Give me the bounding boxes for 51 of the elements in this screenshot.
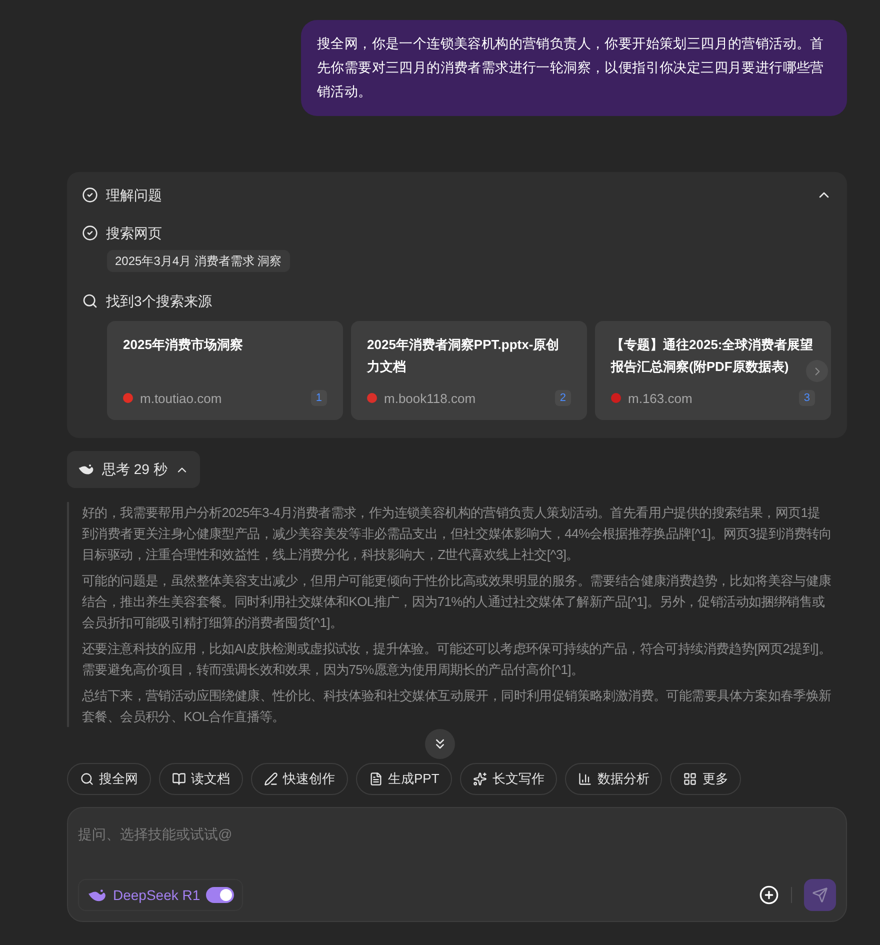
skill-chip[interactable]: 搜全网 bbox=[67, 763, 151, 795]
whale-icon bbox=[87, 888, 107, 902]
source-site: m.book118.com bbox=[384, 390, 476, 408]
thinking-paragraph: 总结下来，营销活动应围绕健康、性价比、科技体验和社交媒体互动展开，同时利用促销策略刺激消费。可能需要具体方案如春季焕新套餐、会员积分、KOL合作直播等。 bbox=[82, 687, 832, 726]
check-circle-icon bbox=[82, 225, 98, 241]
scroll-down-button[interactable] bbox=[425, 729, 455, 759]
thinking-paragraph: 还要注意科技的应用，比如AI皮肤检测或虚拟试妆，提升体验。可能还可以考虑环保可持续的产品，符合可持续消费趋势[网页2提到]。需要避免高价项目，转而强调长效和效果，因为75%愿意为使用周期长的产品付高价[^1]。 bbox=[82, 640, 832, 679]
source-site: m.toutiao.com bbox=[140, 390, 222, 408]
book-icon bbox=[172, 772, 186, 786]
chat-input[interactable]: 提问、选择技能或试试@ DeepSeek R1 bbox=[67, 807, 847, 922]
skill-chip[interactable]: 读文档 bbox=[159, 763, 243, 795]
step-label: 找到3个搜索来源 bbox=[106, 292, 212, 311]
grid-icon bbox=[683, 772, 698, 786]
sparkle-icon bbox=[473, 772, 488, 786]
document-icon bbox=[369, 772, 383, 786]
step-label: 搜索网页 bbox=[106, 224, 162, 243]
skill-chip[interactable]: 快速创作 bbox=[251, 763, 348, 795]
step-label: 理解问题 bbox=[106, 186, 162, 205]
source-title: 【专题】通往2025:全球消费者展望报告汇总洞察(附PDF原数据表) bbox=[611, 336, 814, 376]
source-site: m.163.com bbox=[628, 390, 692, 408]
search-icon bbox=[80, 772, 94, 786]
whale-icon bbox=[78, 463, 94, 476]
source-card[interactable]: 2025年消费市场洞察 m.toutiao.com 1 bbox=[107, 321, 343, 420]
skill-chip[interactable]: 数据分析 bbox=[565, 763, 662, 795]
thinking-paragraph: 可能的问题是，虽然整体美容支出减少，但用户可能更倾向于性价比高或效果明显的服务。需要结合健康消费趋势，比如将美容与健康结合，推出养生美容套餐。同时利用社交媒体和KOL推广，因为71%的人通过社交媒体了解新产品[^1]。另外，促销活动如捆绑销售或会员折扣可能吸引精打细算的消费者囤货[^1]。 bbox=[82, 572, 832, 632]
check-circle-icon bbox=[82, 187, 98, 203]
source-index: 2 bbox=[554, 390, 571, 406]
send-icon bbox=[812, 887, 828, 903]
prompt-field[interactable]: 提问、选择技能或试试@ bbox=[78, 824, 836, 845]
skill-chip[interactable]: 长文写作 bbox=[460, 763, 558, 795]
search-query-chip: 2025年3月4月 消费者需求 洞察 bbox=[107, 250, 290, 272]
plus-circle-icon bbox=[759, 885, 779, 905]
skill-chip[interactable]: 更多 bbox=[670, 763, 742, 795]
source-title: 2025年消费者洞察PPT.pptx-原创力文档 bbox=[367, 336, 560, 376]
chart-icon bbox=[578, 772, 592, 786]
add-button[interactable] bbox=[759, 885, 779, 905]
source-index: 3 bbox=[798, 390, 815, 406]
source-title: 2025年消费市场洞察 bbox=[123, 336, 244, 354]
thinking-toggle[interactable]: 思考 29 秒 bbox=[67, 451, 200, 488]
user-message: 搜全网，你是一个连锁美容机构的营销负责人，你要开始策划三四月的营销活动。首先你需要对三四月的消费者需求进行一轮洞察，以便指引你决定三四月要进行哪些营销活动。 bbox=[301, 20, 847, 116]
model-name: DeepSeek R1 bbox=[113, 886, 200, 905]
pen-icon bbox=[264, 772, 278, 786]
model-selector[interactable]: DeepSeek R1 bbox=[78, 879, 244, 911]
deep-think-toggle[interactable] bbox=[206, 887, 234, 903]
source-index: 1 bbox=[310, 390, 327, 406]
thinking-paragraph: 好的，我需要帮用户分析2025年3-4月消费者需求，作为连锁美容机构的营销负责人策划活动。首先看用户提供的搜索结果，网页1提到消费者更关注身心健康型产品，减少美容美发等非必需品支出，但社交媒体影响大，44%会根据推荐换品牌[^1]。网页3提到消费转向目标驱动，注重合理性和效益性，线上消费分化，科技影响大，Z世代喜欢线上社交[^3]。 bbox=[82, 504, 833, 564]
source-card[interactable]: 2025年消费者洞察PPT.pptx-原创力文档 m.book118.com 2 bbox=[351, 321, 587, 420]
search-icon bbox=[82, 293, 98, 309]
send-button[interactable] bbox=[804, 879, 836, 911]
skill-chip[interactable]: 生成PPT bbox=[356, 763, 452, 795]
source-card[interactable]: 【专题】通往2025:全球消费者展望报告汇总洞察(附PDF原数据表) m.163.com 3 bbox=[595, 321, 831, 420]
